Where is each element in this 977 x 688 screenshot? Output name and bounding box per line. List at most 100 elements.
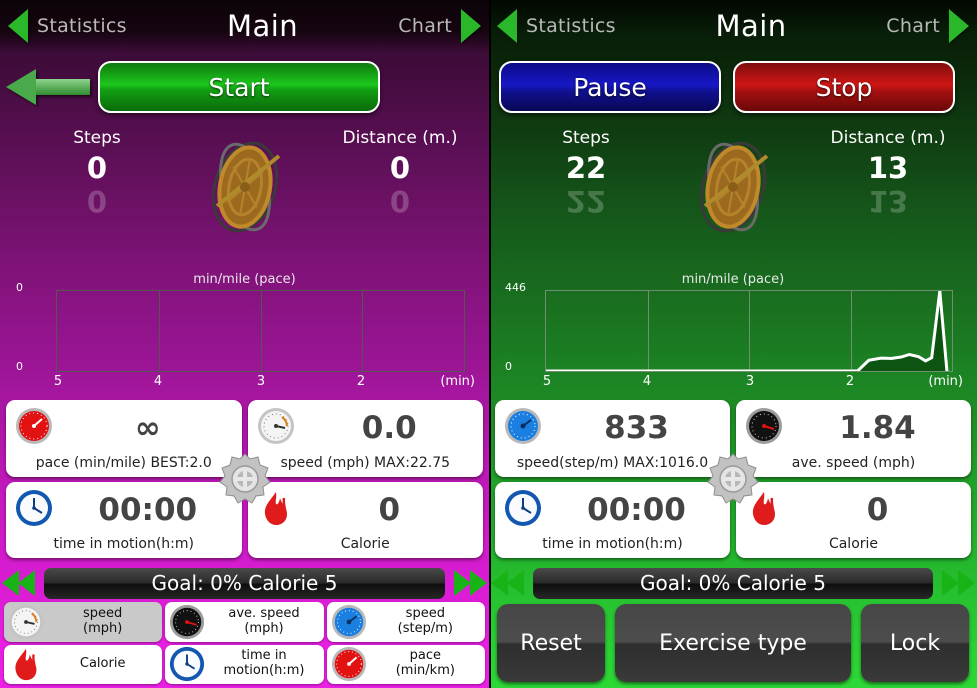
stop-button[interactable]: Stop — [733, 61, 955, 113]
chart-x-label: 3 — [256, 374, 266, 389]
left-action-row: Start — [0, 58, 489, 116]
arrow-left-icon[interactable] — [6, 66, 92, 108]
steps-label: Steps — [73, 128, 121, 148]
left-metrics: Steps 0 0 Distance (m.) 0 0 — [0, 128, 489, 252]
chart-title: min/mile (pace) — [193, 272, 296, 287]
double-arrow-right-icon[interactable] — [445, 570, 489, 596]
reset-button[interactable]: Reset — [497, 604, 605, 682]
stat-card-pace[interactable]: ∞ pace (min/mile) BEST:2.0 — [6, 400, 242, 477]
page-title: Main — [715, 9, 787, 43]
selector-speed-mph[interactable]: speed (mph) — [4, 602, 163, 642]
chart-x-axis: 5 4 3 2 (min) — [542, 374, 969, 390]
start-button[interactable]: Start — [98, 61, 380, 113]
selector-calorie[interactable]: Calorie — [4, 644, 163, 684]
blue-gauge-icon — [331, 604, 366, 639]
steps-value-reflection: 22 — [565, 184, 607, 218]
left-header: Statistics Main Chart — [0, 0, 489, 52]
chart-gridline — [362, 291, 364, 371]
stat-label: speed (mph) MAX:22.75 — [280, 454, 451, 471]
selector-label-line1: ave. speed — [228, 605, 300, 621]
exercise-type-button[interactable]: Exercise type — [615, 604, 851, 682]
double-arrow-right-icon[interactable] — [933, 570, 977, 596]
double-arrow-left-icon[interactable] — [489, 570, 533, 596]
stat-value: 0.0 — [361, 410, 417, 446]
chart-gridline — [158, 291, 160, 371]
selector-pace-minkm[interactable]: pace (min/km) — [326, 644, 485, 684]
chart-x-unit-label: (min) — [440, 374, 475, 389]
nav-statistics-label[interactable]: Statistics — [526, 15, 616, 37]
blue-clock-icon — [170, 647, 205, 682]
selector-label-line2: (mph) — [83, 620, 123, 636]
triangle-left-icon[interactable] — [8, 9, 28, 43]
stat-card-calorie[interactable]: 0 Calorie — [247, 481, 483, 558]
selector-label-line2: (step/m) — [397, 620, 453, 636]
stat-value: 00:00 — [587, 491, 686, 528]
nav-chart-label[interactable]: Chart — [398, 15, 452, 37]
stat-card-speed[interactable]: 0.0 speed (mph) MAX:22.75 — [247, 400, 483, 477]
lock-button[interactable]: Lock — [861, 604, 969, 682]
triangle-right-icon[interactable] — [461, 9, 481, 43]
red-gauge-icon — [331, 647, 366, 682]
chart-x-unit-label: (min) — [928, 374, 963, 389]
chart-plot-area — [545, 290, 953, 372]
distance-label: Distance (m.) — [342, 128, 458, 148]
selector-ave-speed-mph[interactable]: ave. speed (mph) — [165, 602, 324, 642]
stat-label: time in motion(h:m) — [542, 536, 683, 552]
chart-y-min-label: 0 — [16, 360, 23, 373]
stat-card-time[interactable]: 00:00 time in motion(h:m) — [495, 481, 730, 558]
app-root: Statistics Main Chart Start Steps 0 0 Di… — [0, 0, 977, 688]
selector-label-line2: (min/km) — [395, 663, 455, 679]
selector-label-line2: motion(h:m) — [223, 663, 305, 679]
right-button-row: Reset Exercise type Lock — [497, 604, 969, 682]
gyro-wheel-icon — [699, 141, 769, 233]
panel-divider — [489, 0, 491, 688]
left-stat-cards: ∞ pace (min/mile) BEST:2.0 0.0 speed (mp… — [6, 400, 483, 558]
distance-metric: Distance (m.) 13 13 — [813, 128, 963, 218]
right-stat-cards: 833 speed(step/m) MAX:1016.0 1.84 ave. s… — [495, 400, 971, 558]
triangle-left-icon[interactable] — [497, 9, 517, 43]
chart-x-axis: 5 4 3 2 (min) — [53, 374, 481, 390]
pause-button[interactable]: Pause — [499, 61, 721, 113]
pace-chart-idle[interactable]: min/mile (pace) 0 0 5 4 3 2 (min) — [0, 268, 489, 392]
gear-plus-icon[interactable] — [218, 452, 272, 506]
chart-x-label: 5 — [542, 374, 552, 389]
goal-display[interactable]: Goal: 0% Calorie 5 — [533, 567, 933, 599]
stat-label: speed(step/m) MAX:1016.0 — [516, 454, 709, 471]
stat-label: pace (min/mile) BEST:2.0 — [35, 454, 212, 471]
panel-idle: Statistics Main Chart Start Steps 0 0 Di… — [0, 0, 489, 688]
chart-gridline — [260, 291, 262, 371]
selector-time-in-motion[interactable]: time in motion(h:m) — [165, 644, 324, 684]
nav-chart-label[interactable]: Chart — [886, 15, 940, 37]
chart-title: min/mile (pace) — [681, 272, 785, 287]
nav-statistics-label[interactable]: Statistics — [37, 15, 127, 37]
triangle-right-icon[interactable] — [949, 9, 969, 43]
stat-value: 0 — [866, 491, 889, 528]
black-gauge-icon — [746, 408, 782, 444]
chart-x-label: 4 — [153, 374, 163, 389]
steps-value: 0 — [86, 151, 108, 185]
selector-label-line1: pace — [409, 648, 441, 664]
page-title: Main — [226, 9, 299, 43]
chart-x-label: 5 — [53, 374, 63, 389]
distance-value-reflection: 0 — [389, 184, 411, 218]
blue-gauge-icon — [505, 408, 541, 444]
stat-label: ave. speed (mph) — [791, 454, 916, 471]
gyro-wheel-icon — [211, 141, 280, 233]
right-metrics: Steps 22 22 Distance (m.) 13 13 — [489, 128, 977, 252]
stat-card-time[interactable]: 00:00 time in motion(h:m) — [6, 481, 242, 558]
right-header: Statistics Main Chart — [489, 0, 977, 52]
white-gauge-icon — [8, 604, 44, 639]
black-gauge-icon — [170, 604, 205, 639]
stat-card-ave-speed[interactable]: 1.84 ave. speed (mph) — [736, 400, 971, 477]
steps-value-reflection: 0 — [86, 184, 108, 218]
stat-card-calorie[interactable]: 0 Calorie — [736, 481, 971, 558]
selector-speed-stepm[interactable]: speed (step/m) — [326, 602, 485, 642]
selector-label-line1: time in — [241, 648, 287, 664]
red-gauge-icon — [16, 408, 52, 444]
pace-chart-active[interactable]: min/mile (pace) 446 0 5 4 3 2 (min) — [489, 268, 977, 392]
gear-plus-icon[interactable] — [706, 452, 760, 506]
stat-card-speed-stepm[interactable]: 833 speed(step/m) MAX:1016.0 — [495, 400, 730, 477]
goal-display[interactable]: Goal: 0% Calorie 5 — [44, 567, 445, 599]
double-arrow-left-icon[interactable] — [0, 570, 44, 596]
blue-clock-icon — [505, 489, 541, 526]
